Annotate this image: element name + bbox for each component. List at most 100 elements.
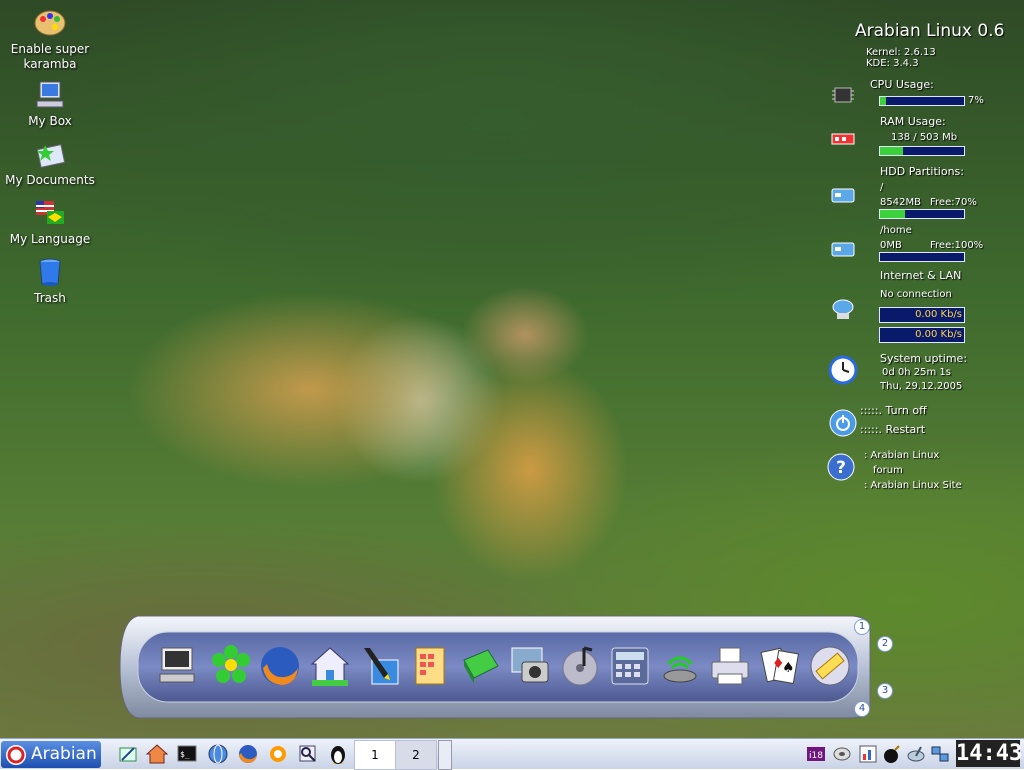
- start-label: Arabian: [31, 744, 97, 764]
- net-upload-rate: 0.00 Kb/s: [879, 327, 965, 343]
- book-icon[interactable]: [458, 644, 502, 688]
- bomb-icon[interactable]: [882, 744, 902, 764]
- cards-game-icon[interactable]: ♦♠: [758, 644, 802, 688]
- svg-text:♠: ♠: [782, 660, 795, 676]
- chart-icon[interactable]: [858, 744, 878, 764]
- dock-bubble-3[interactable]: 3: [877, 683, 893, 699]
- computer-icon[interactable]: [156, 644, 200, 688]
- photo-camera-icon[interactable]: [508, 644, 552, 688]
- root-size: 8542MB: [880, 197, 921, 208]
- net-label: Internet & LAN: [880, 269, 962, 282]
- svg-text:i18: i18: [809, 751, 823, 761]
- forum-link-line1[interactable]: : Arabian Linux: [864, 450, 939, 461]
- desktop-wallpaper: Enable super karamba My Box My Documents…: [0, 0, 1024, 738]
- dock-bubble-1[interactable]: 1: [854, 619, 870, 635]
- icq-flower-icon[interactable]: [209, 644, 253, 688]
- documents-icon: [36, 144, 66, 168]
- ram-usage-fill: [880, 147, 903, 155]
- root-partition-label: /: [880, 182, 884, 193]
- uptime-value: 0d 0h 25m 1s: [882, 367, 951, 378]
- cpu-chip-icon: [832, 87, 854, 103]
- cpu-value: 7%: [968, 95, 984, 106]
- cpu-usage-fill: [880, 97, 886, 105]
- hdd-label: HDD Partitions:: [880, 165, 964, 178]
- dock-bubble-2[interactable]: 2: [877, 636, 893, 652]
- edit-icon[interactable]: [117, 743, 139, 765]
- forum-link-line2[interactable]: forum: [873, 465, 903, 476]
- pager-scrollbar[interactable]: [438, 740, 452, 770]
- uptime-label: System uptime:: [880, 352, 968, 365]
- ram-label: RAM Usage:: [880, 115, 946, 128]
- turn-off-link[interactable]: :::::. Turn off: [860, 404, 927, 417]
- kernel-version: Kernel: 2.6.13: [866, 47, 936, 58]
- desktop-icon-label: My Language: [9, 232, 91, 246]
- power-icon[interactable]: [828, 408, 858, 438]
- restart-link[interactable]: :::::. Restart: [860, 423, 925, 436]
- tools-icon[interactable]: [267, 743, 289, 765]
- arabian-logo-icon: [6, 745, 26, 765]
- desktop-icon-my-box[interactable]: My Box: [0, 80, 100, 129]
- net-download-rate: 0.00 Kb/s: [879, 307, 965, 323]
- hdd-home-icon: [831, 242, 855, 257]
- pager-desktop-2[interactable]: 2: [395, 740, 437, 770]
- desktop-icon-trash[interactable]: Trash: [0, 257, 100, 306]
- ram-usage-bar: [879, 146, 965, 156]
- home-size: 0MB: [880, 240, 902, 251]
- firefox-icon[interactable]: [237, 743, 259, 765]
- satellite-icon[interactable]: [906, 744, 926, 764]
- music-cd-icon[interactable]: [558, 644, 602, 688]
- date-value: Thu, 29.12.2005: [880, 381, 963, 392]
- terminal-icon[interactable]: $_: [176, 743, 198, 765]
- desktop-icon-label: Trash: [34, 291, 66, 305]
- svg-text:$_: $_: [180, 750, 190, 759]
- search-icon[interactable]: [297, 743, 319, 765]
- home-free: Free:100%: [930, 240, 984, 251]
- desktop-icon-my-documents[interactable]: My Documents: [0, 139, 100, 188]
- firefox-icon[interactable]: [258, 644, 302, 688]
- desktop-icon-label: Enable super karamba: [10, 42, 90, 71]
- site-link[interactable]: : Arabian Linux Site: [864, 480, 962, 491]
- language-flag-icon: [36, 201, 64, 224]
- mouse-icon[interactable]: [832, 744, 852, 764]
- cpu-usage-bar: [879, 96, 965, 106]
- desktop-icon-super-karamba[interactable]: Enable super karamba: [0, 8, 100, 72]
- paint-palette-icon: [34, 10, 66, 36]
- root-usage-bar: [879, 209, 965, 219]
- printer-icon[interactable]: [708, 644, 752, 688]
- clock-icon: [828, 355, 858, 385]
- network-status-icon[interactable]: [930, 744, 950, 764]
- start-button[interactable]: Arabian: [1, 741, 101, 768]
- cpu-label: CPU Usage:: [870, 78, 934, 91]
- ram-value: 138 / 503 Mb: [891, 132, 958, 143]
- calculator-icon[interactable]: [608, 644, 652, 688]
- computer-icon: [36, 81, 64, 108]
- karamba-title: Arabian Linux 0.6: [855, 21, 1005, 41]
- i18n-icon[interactable]: i18: [806, 744, 826, 764]
- home-icon[interactable]: [146, 743, 168, 765]
- network-satellite-icon: [832, 299, 854, 319]
- svg-text:?: ?: [836, 458, 846, 478]
- clock[interactable]: 14:43: [956, 740, 1022, 767]
- net-status: No connection: [880, 289, 952, 300]
- ram-module-icon: [831, 133, 855, 145]
- pager-desktop-1[interactable]: 1: [354, 740, 396, 770]
- dock: 1 2 3 4 ♦ ♠: [118, 614, 893, 720]
- home-partition-label: /home: [880, 225, 912, 236]
- home-icon[interactable]: [308, 644, 352, 688]
- taskbar: Arabian $_ 1 2 i18 14:43: [0, 738, 1024, 770]
- home-usage-bar: [879, 252, 965, 262]
- desktop-icon-my-language[interactable]: My Language: [0, 198, 100, 247]
- root-usage-fill: [880, 210, 906, 218]
- desktop-icon-label: My Box: [28, 114, 72, 128]
- film-icon[interactable]: [808, 644, 852, 688]
- root-free: Free:70%: [930, 197, 977, 208]
- pen-editor-icon[interactable]: [358, 644, 402, 688]
- kde-version: KDE: 3.4.3: [866, 58, 919, 69]
- tux-icon[interactable]: [327, 743, 349, 765]
- trash-icon: [39, 258, 61, 286]
- network-globe-icon[interactable]: [207, 743, 229, 765]
- network-icon[interactable]: [658, 644, 702, 688]
- help-icon[interactable]: ?: [826, 452, 856, 482]
- dock-bubble-4[interactable]: 4: [854, 701, 870, 717]
- calculator-notes-icon[interactable]: [408, 644, 452, 688]
